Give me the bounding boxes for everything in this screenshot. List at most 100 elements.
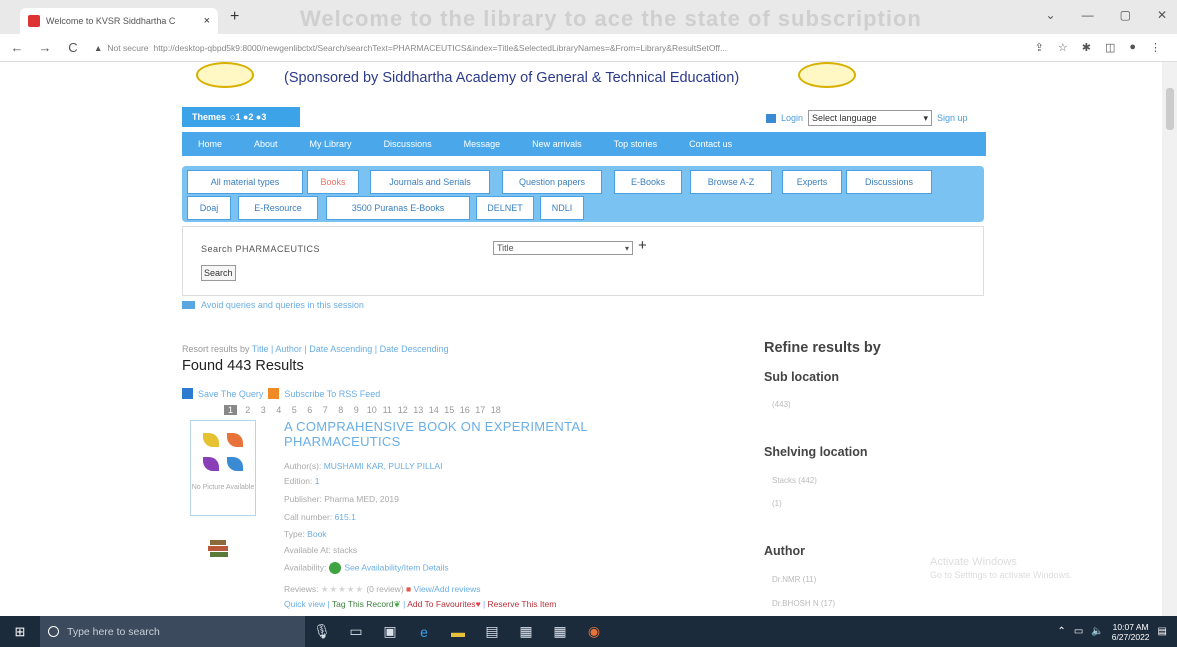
refine-shelving-value[interactable]: Stacks (442) bbox=[772, 476, 817, 485]
page-15[interactable]: 15 bbox=[442, 405, 458, 415]
menu-about[interactable]: About bbox=[254, 139, 278, 149]
tab-ebooks[interactable]: E-Books bbox=[614, 170, 682, 194]
store-icon[interactable]: ▣ bbox=[373, 623, 407, 640]
chrome-icon[interactable]: ◉ bbox=[577, 623, 611, 640]
tab-question-papers[interactable]: Question papers bbox=[502, 170, 602, 194]
minimize-button[interactable]: — bbox=[1082, 8, 1094, 22]
menu-contact[interactable]: Contact us bbox=[689, 139, 732, 149]
forward-button[interactable]: → bbox=[34, 40, 56, 55]
scrollbar-thumb[interactable] bbox=[1166, 88, 1174, 130]
tab-experts[interactable]: Experts bbox=[782, 170, 842, 194]
page-10[interactable]: 10 bbox=[364, 405, 380, 415]
search-button[interactable]: Search bbox=[201, 265, 236, 281]
maximize-button[interactable]: ▢ bbox=[1120, 8, 1131, 22]
page-5[interactable]: 5 bbox=[287, 405, 303, 415]
tab-discussions[interactable]: Discussions bbox=[846, 170, 932, 194]
refine-author-value[interactable]: Dr.NMR (11) bbox=[772, 575, 816, 584]
tab-puranas[interactable]: 3500 Puranas E-Books bbox=[326, 196, 470, 220]
tab-delnet[interactable]: DELNET bbox=[476, 196, 534, 220]
menu-home[interactable]: Home bbox=[198, 139, 222, 149]
book-cover[interactable]: No Picture Available bbox=[190, 420, 256, 516]
profile-icon[interactable]: ● bbox=[1129, 41, 1136, 54]
search-field-select[interactable]: Title ▾ bbox=[493, 241, 633, 255]
rating-stars[interactable]: ★★★★★ bbox=[321, 584, 364, 594]
tab-ndli[interactable]: NDLI bbox=[540, 196, 584, 220]
page-1[interactable]: 1 bbox=[224, 405, 237, 415]
page-11[interactable]: 11 bbox=[380, 405, 396, 415]
menu-new-arrivals[interactable]: New arrivals bbox=[532, 139, 582, 149]
sidebar-icon[interactable]: ◫ bbox=[1105, 41, 1115, 54]
menu-discussions[interactable]: Discussions bbox=[384, 139, 432, 149]
login-link[interactable]: Login bbox=[781, 113, 803, 123]
reviews-link[interactable]: View/Add reviews bbox=[414, 584, 481, 594]
tab-all-material[interactable]: All material types bbox=[187, 170, 303, 194]
themes-switcher[interactable]: Themes ○1 ●2 ●3 bbox=[182, 107, 300, 127]
favourites-link[interactable]: Add To Favourites bbox=[407, 599, 475, 609]
tab-journals[interactable]: Journals and Serials bbox=[370, 170, 490, 194]
volume-icon[interactable]: 🔈 bbox=[1091, 626, 1103, 637]
language-select[interactable]: Select language ▾ bbox=[808, 110, 933, 126]
tab-doaj[interactable]: Doaj bbox=[187, 196, 231, 220]
file-explorer-icon[interactable]: ▬ bbox=[441, 624, 475, 640]
rss-link[interactable]: Subscribe To RSS Feed bbox=[284, 389, 380, 399]
tab-browse-az[interactable]: Browse A-Z bbox=[690, 170, 772, 194]
windows-start-icon[interactable]: ⊞ bbox=[0, 624, 40, 640]
menu-my-library[interactable]: My Library bbox=[310, 139, 352, 149]
page-16[interactable]: 16 bbox=[457, 405, 473, 415]
clock[interactable]: 10:07 AM 6/27/2022 bbox=[1112, 622, 1150, 642]
microphone-icon[interactable]: 🎙 bbox=[305, 623, 339, 640]
browser-tab[interactable]: Welcome to KVSR Siddhartha C × bbox=[20, 8, 218, 34]
quick-view-link[interactable]: Quick view bbox=[284, 599, 325, 609]
record-title[interactable]: A COMPRAHENSIVE BOOK ON EXPERIMENTAL PHA… bbox=[284, 419, 664, 449]
taskbar-search[interactable]: Type here to search bbox=[40, 616, 305, 647]
app-icon[interactable]: ▤ bbox=[475, 623, 509, 640]
themes-options[interactable]: ○1 ●2 ●3 bbox=[230, 112, 266, 122]
refine-sub-value[interactable]: (443) bbox=[772, 400, 791, 409]
reload-button[interactable]: C bbox=[62, 40, 84, 55]
page-6[interactable]: 6 bbox=[302, 405, 318, 415]
back-button[interactable]: ← bbox=[6, 40, 28, 55]
tab-e-resource[interactable]: E-Resource bbox=[238, 196, 318, 220]
tab-search-icon[interactable]: ⌄ bbox=[1046, 8, 1056, 22]
add-criteria-button[interactable]: + bbox=[638, 237, 647, 254]
refine-author-value[interactable]: Dr.BHOSH N (17) bbox=[772, 599, 835, 608]
page-14[interactable]: 14 bbox=[426, 405, 442, 415]
signup-link[interactable]: Sign up bbox=[937, 113, 968, 123]
network-icon[interactable]: ▭ bbox=[1074, 626, 1083, 637]
page-3[interactable]: 3 bbox=[256, 405, 272, 415]
menu-message[interactable]: Message bbox=[464, 139, 501, 149]
save-query-link[interactable]: Save The Query bbox=[198, 389, 263, 399]
menu-dots-icon[interactable]: ⋮ bbox=[1150, 41, 1161, 54]
page-18[interactable]: 18 bbox=[488, 405, 504, 415]
edge-browser-icon[interactable]: e bbox=[407, 624, 441, 640]
page-7[interactable]: 7 bbox=[318, 405, 334, 415]
page-9[interactable]: 9 bbox=[349, 405, 365, 415]
close-window-button[interactable]: ✕ bbox=[1157, 8, 1167, 22]
menu-top-stories[interactable]: Top stories bbox=[614, 139, 658, 149]
tab-books[interactable]: Books bbox=[307, 170, 359, 194]
reserve-link[interactable]: Reserve This Item bbox=[488, 599, 557, 609]
url-field[interactable]: ▲ Not secure http://desktop-qbpd5k9:8000… bbox=[94, 38, 994, 58]
page-4[interactable]: 4 bbox=[271, 405, 287, 415]
sort-links[interactable]: Title | Author | Date Ascending | Date D… bbox=[252, 344, 449, 354]
extensions-icon[interactable]: ✱ bbox=[1082, 41, 1091, 54]
tag-record-link[interactable]: Tag This Record bbox=[332, 599, 394, 609]
page-13[interactable]: 13 bbox=[411, 405, 427, 415]
page-8[interactable]: 8 bbox=[333, 405, 349, 415]
share-icon[interactable]: ⇪ bbox=[1035, 41, 1044, 54]
notifications-icon[interactable]: ▤ bbox=[1158, 626, 1167, 637]
page-17[interactable]: 17 bbox=[473, 405, 489, 415]
tab-close-icon[interactable]: × bbox=[204, 15, 210, 27]
authors-value[interactable]: MUSHAMI KAR, PULLY PILLAI bbox=[324, 461, 443, 471]
app-icon[interactable]: ▦ bbox=[509, 623, 543, 640]
saved-queries-link[interactable]: Avoid queries and queries in this sessio… bbox=[182, 300, 364, 310]
page-2[interactable]: 2 bbox=[240, 405, 256, 415]
tray-chevron-icon[interactable]: ⌃ bbox=[1057, 626, 1065, 637]
bookmark-star-icon[interactable]: ☆ bbox=[1058, 41, 1068, 54]
page-12[interactable]: 12 bbox=[395, 405, 411, 415]
app-icon[interactable]: ▦ bbox=[543, 623, 577, 640]
task-view-icon[interactable]: ▭ bbox=[339, 623, 373, 640]
page-scrollbar[interactable] bbox=[1162, 62, 1177, 616]
refine-shelving-value[interactable]: (1) bbox=[772, 499, 782, 508]
availability-link[interactable]: See Availability/Item Details bbox=[344, 562, 448, 572]
